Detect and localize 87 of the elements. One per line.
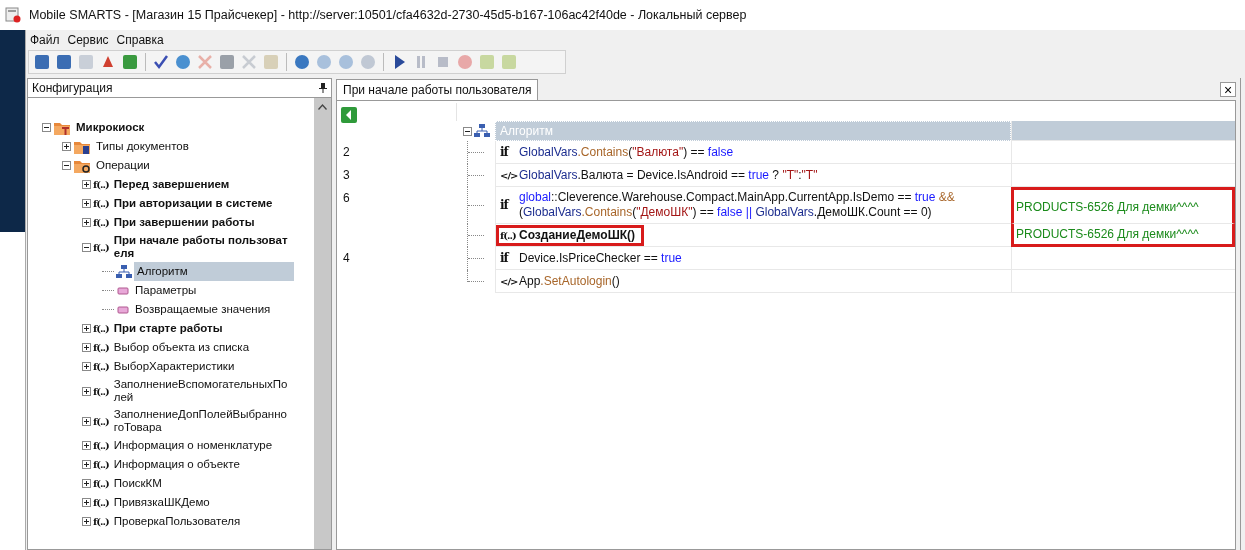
tree-item[interactable]: При завершении работы [110, 213, 294, 232]
window-title: Mobile SMARTS - [Магазин 15 Прайсчекер] - http://server:10501/cfa4632d-2730-45d5-b167-106ac42f40de - Локальный сервер [29, 8, 747, 22]
tree-item[interactable]: ВыборХарактеристики [110, 357, 294, 376]
editor-tab[interactable]: При начале работы пользователя [336, 79, 539, 100]
expander-icon[interactable] [62, 161, 71, 170]
expander-icon[interactable] [82, 460, 91, 469]
tree-item[interactable]: ЗаполнениеДопПолейВыбранногоТовара [110, 406, 294, 436]
expander-icon[interactable] [82, 416, 91, 426]
parameter-icon [116, 304, 130, 315]
expander-icon[interactable] [82, 218, 91, 227]
menu-item[interactable]: Файл [29, 33, 61, 47]
tree-item[interactable]: ЗаполнениеВспомогательныхПолей [110, 376, 294, 406]
statement-icon: if [500, 198, 516, 212]
tree-item[interactable]: Возвращаемые значения [132, 300, 294, 319]
expander-icon[interactable] [82, 242, 91, 252]
statement-icon: </> [500, 169, 516, 181]
line-number: 6 [343, 191, 350, 205]
comment-cell: PRODUCTS-6526 Для демки^^^^ [1011, 224, 1235, 247]
tree-item[interactable]: Типы документов [93, 137, 294, 156]
statement-icon: </> [500, 275, 516, 287]
function-icon: f(..) [93, 385, 109, 397]
function-icon: f(..) [93, 342, 109, 353]
spellcheck-icon[interactable] [152, 53, 170, 71]
pin-icon[interactable] [319, 83, 327, 93]
code-line[interactable]: (GlobalVars.Contains("ДемоШК") == false || GlobalVars.ДемоШК.Count == 0) [519, 205, 955, 220]
tree-item[interactable]: Микрокиоск [73, 118, 294, 137]
expander-icon[interactable] [82, 386, 91, 396]
tree-item[interactable]: При начале работы пользователя [110, 232, 294, 262]
scroll-up-icon[interactable] [318, 104, 327, 110]
tree-item[interactable]: Выбор объекта из списка [110, 338, 294, 357]
statement-icon: if [500, 145, 516, 159]
panel-title: Конфигурация [32, 81, 113, 95]
function-icon: f(..) [93, 459, 109, 470]
code-line[interactable]: GlobalVars.Валюта = Device.IsAndroid == true ? "Т":"Т" [519, 167, 818, 183]
function-icon: f(..) [93, 440, 109, 451]
tree-item[interactable]: Перед завершением [110, 175, 294, 194]
expander-icon[interactable] [62, 142, 71, 151]
tree-item[interactable]: Информация о номенклатуре [110, 436, 294, 455]
expander-icon[interactable] [82, 479, 91, 488]
menu-item[interactable]: Справка [115, 33, 165, 47]
tree-item[interactable]: Алгоритм [134, 262, 294, 281]
app-icon [5, 7, 21, 23]
function-icon: f(..) [93, 516, 109, 527]
scrollbar[interactable] [314, 98, 331, 549]
flowchart-icon [116, 264, 132, 279]
line-number: 3 [343, 168, 350, 182]
parameter-icon [116, 285, 130, 296]
function-icon: f(..) [93, 241, 109, 253]
function-icon: f(..) [93, 478, 109, 489]
expander-icon[interactable] [82, 180, 91, 189]
function-icon: f(..) [93, 198, 109, 209]
expander-icon[interactable] [42, 123, 51, 132]
function-icon: f(..) [93, 497, 109, 508]
function-icon: f(..) [93, 217, 109, 228]
expander-icon[interactable] [82, 199, 91, 208]
collapse-icon[interactable] [463, 126, 472, 136]
code-line[interactable]: Device.IsPriceChecker == true [519, 250, 682, 266]
expander-icon[interactable] [82, 441, 91, 450]
function-icon: f(..) [93, 323, 109, 334]
function-icon: f(..) [93, 415, 109, 427]
expander-icon[interactable] [82, 324, 91, 333]
tree-item[interactable]: Информация о объекте [110, 455, 294, 474]
comment-cell: PRODUCTS-6526 Для демки^^^^ [1011, 187, 1235, 224]
flowchart-icon [474, 124, 490, 138]
code-line[interactable]: СозданиеДемоШК() [519, 227, 636, 243]
expander-icon[interactable] [82, 362, 91, 371]
tree-item[interactable]: ПоискКМ [110, 474, 294, 493]
code-line[interactable]: App.SetAutologin() [519, 273, 620, 289]
line-number: 2 [343, 145, 350, 159]
tree-item[interactable]: Параметры [132, 281, 294, 300]
tree-item[interactable]: При старте работы [110, 319, 294, 338]
tree-item[interactable]: При авторизации в системе [110, 194, 294, 213]
function-icon: f(..) [93, 361, 109, 372]
line-number: 4 [343, 251, 350, 265]
tree-item[interactable]: Операции [93, 156, 294, 175]
expander-icon[interactable] [82, 517, 91, 526]
menu-item[interactable]: Сервис [66, 33, 110, 47]
statement-icon: f(..) [500, 229, 516, 241]
code-line[interactable]: global::Cleverence.Warehouse.Compact.MainApp.CurrentApp.IsDemo == true && [519, 190, 955, 205]
statement-icon: if [500, 251, 516, 265]
code-line[interactable]: GlobalVars.Contains("Валюта") == false [519, 144, 734, 160]
close-button[interactable]: × [1220, 82, 1236, 97]
expander-icon[interactable] [82, 343, 91, 352]
expander-icon[interactable] [82, 498, 91, 507]
tree-item[interactable]: ПроверкаПользователя [110, 512, 294, 531]
tree-item[interactable]: ПривязкаШКДемо [110, 493, 294, 512]
function-icon: f(..) [93, 179, 109, 190]
